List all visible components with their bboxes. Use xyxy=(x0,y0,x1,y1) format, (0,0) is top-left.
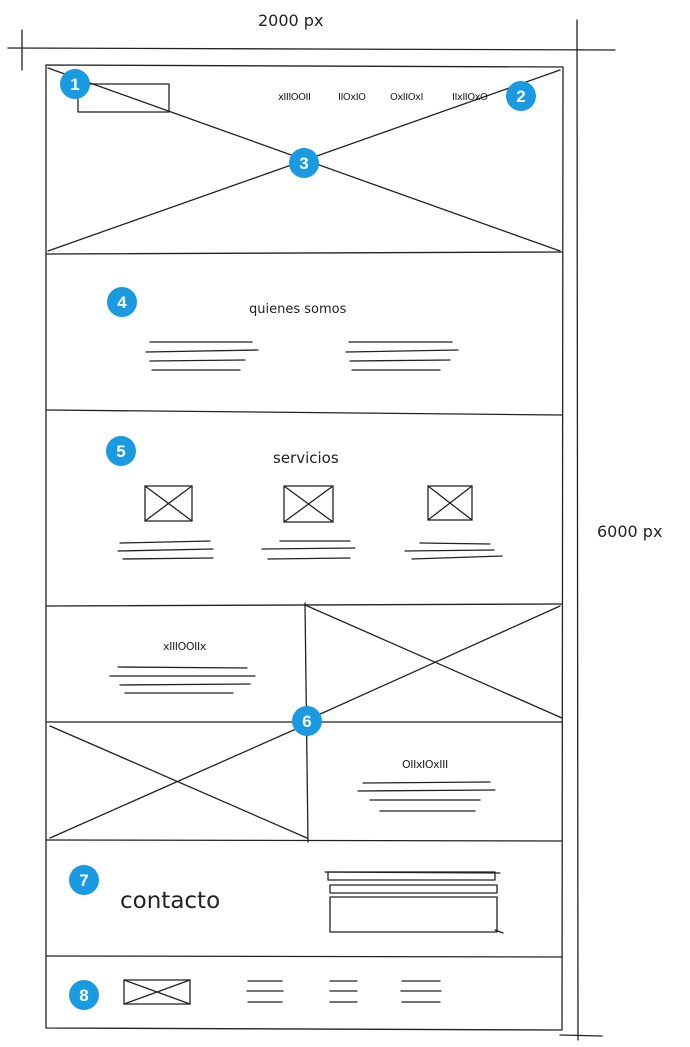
contact-form xyxy=(324,871,504,934)
about-text-right xyxy=(345,341,459,371)
svg-text:2: 2 xyxy=(516,87,525,106)
svg-text:1: 1 xyxy=(70,75,79,94)
feature-title-2: OIIxIOxIII xyxy=(402,758,448,771)
nav-item-4: IIxIIOxO xyxy=(452,92,488,103)
footer-links-1 xyxy=(246,980,284,1003)
footer-logo-image xyxy=(123,979,191,1005)
wireframe-sketch: 2000 px 6000 px xIIIOOII IIOxIO OxIIOxI … xyxy=(7,11,662,1041)
bottom-right-tick xyxy=(559,1034,603,1037)
footer-links-3 xyxy=(400,980,442,1003)
svg-text:5: 5 xyxy=(116,442,125,461)
svg-text:4: 4 xyxy=(117,293,127,312)
feature-text-2 xyxy=(357,781,496,812)
about-divider xyxy=(45,409,563,416)
about-text-left xyxy=(145,341,259,371)
svg-text:8: 8 xyxy=(79,986,88,1005)
features-divider xyxy=(45,839,563,842)
service-image-2 xyxy=(283,485,334,523)
nav-item-3: OxIIOxI xyxy=(390,92,423,103)
services-divider xyxy=(45,603,563,607)
marker-2: 2 xyxy=(506,81,536,111)
feature-image-top xyxy=(304,604,563,721)
height-label: 6000 px xyxy=(597,522,662,541)
contact-divider xyxy=(45,955,563,958)
hero-divider xyxy=(45,251,563,255)
marker-5: 5 xyxy=(106,436,136,466)
service-text-2 xyxy=(261,540,356,560)
width-guide-line xyxy=(7,47,616,51)
marker-8: 8 xyxy=(69,980,99,1010)
feature-title-1: xIIIOOIIx xyxy=(163,640,207,653)
nav-item-1: xIIIOOII xyxy=(278,92,310,103)
svg-text:3: 3 xyxy=(299,154,308,173)
logo-placeholder xyxy=(77,83,170,113)
feature-text-1 xyxy=(109,666,256,694)
contact-title: contacto xyxy=(120,888,220,914)
nav-item-2: IIOxIO xyxy=(338,92,366,103)
marker-6: 6 xyxy=(292,706,322,736)
footer-links-2 xyxy=(329,980,358,1003)
height-guide-line xyxy=(576,19,579,1041)
services-title: servicios xyxy=(273,449,339,467)
marker-1: 1 xyxy=(60,69,90,99)
feature-image-bottom xyxy=(49,724,308,839)
width-label: 2000 px xyxy=(258,11,323,30)
service-image-1 xyxy=(144,485,193,522)
service-text-3 xyxy=(404,542,503,560)
marker-4: 4 xyxy=(107,287,137,317)
about-title: quienes somos xyxy=(249,302,347,317)
marker-3: 3 xyxy=(289,148,319,178)
svg-text:7: 7 xyxy=(79,871,88,890)
svg-text:6: 6 xyxy=(302,712,311,731)
service-text-1 xyxy=(117,540,214,560)
service-image-3 xyxy=(427,485,473,521)
marker-7: 7 xyxy=(69,865,99,895)
